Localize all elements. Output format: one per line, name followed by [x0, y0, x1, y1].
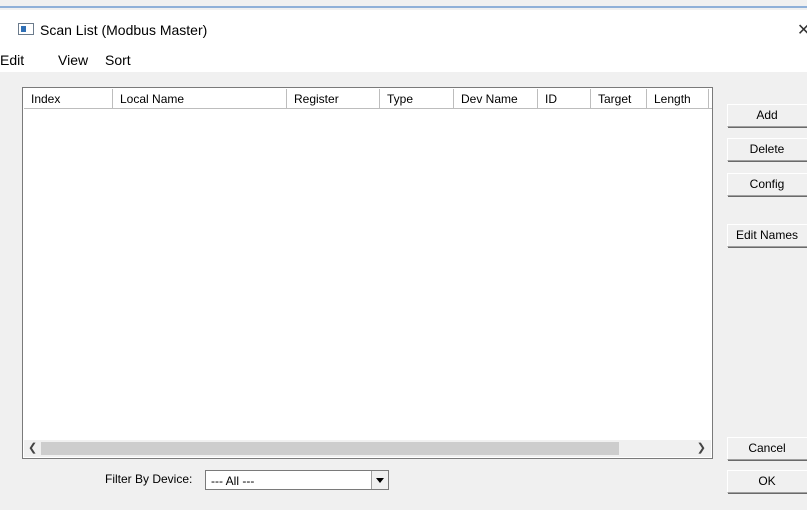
- config-button[interactable]: Config: [727, 173, 807, 196]
- scroll-left-icon[interactable]: ❮: [28, 441, 37, 454]
- filter-by-device-label: Filter By Device:: [105, 472, 193, 486]
- column-header-dev-name[interactable]: Dev Name: [454, 89, 538, 108]
- filter-device-value: --- All ---: [211, 474, 255, 488]
- add-button[interactable]: Add: [727, 104, 807, 127]
- column-header-register[interactable]: Register: [287, 89, 380, 108]
- edit-names-button[interactable]: Edit Names: [727, 224, 807, 247]
- window-title: Scan List (Modbus Master): [40, 22, 208, 38]
- table-header: Index Local Name Register Type Dev Name …: [24, 89, 712, 109]
- window-top-border: [0, 0, 807, 9]
- menu-view[interactable]: View: [58, 52, 88, 68]
- menu-edit[interactable]: Edit: [0, 52, 24, 68]
- column-header-target[interactable]: Target: [591, 89, 647, 108]
- filter-device-dropdown[interactable]: --- All ---: [205, 470, 389, 490]
- column-header-type[interactable]: Type: [380, 89, 454, 108]
- app-window-icon: [18, 23, 34, 35]
- column-header-index[interactable]: Index: [24, 89, 113, 108]
- column-header-local-name[interactable]: Local Name: [113, 89, 287, 108]
- scrollbar-thumb[interactable]: [41, 442, 619, 455]
- delete-button[interactable]: Delete: [727, 138, 807, 161]
- cancel-button[interactable]: Cancel: [727, 437, 807, 460]
- column-header-id[interactable]: ID: [538, 89, 591, 108]
- column-header-length[interactable]: Length: [647, 89, 709, 108]
- scroll-right-icon[interactable]: ❯: [697, 441, 706, 454]
- menu-sort[interactable]: Sort: [105, 52, 131, 68]
- dropdown-arrow-icon[interactable]: [371, 471, 388, 489]
- ok-button[interactable]: OK: [727, 470, 807, 493]
- horizontal-scrollbar[interactable]: ❮ ❯: [24, 440, 711, 457]
- close-icon[interactable]: ✕: [797, 20, 807, 40]
- scan-list-table[interactable]: Index Local Name Register Type Dev Name …: [22, 87, 713, 459]
